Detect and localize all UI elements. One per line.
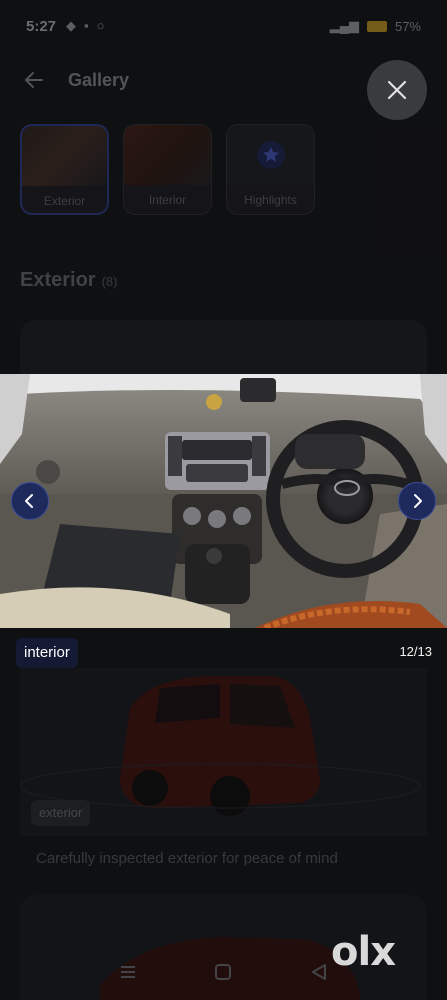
car-interior-image xyxy=(0,374,447,628)
previous-image-button[interactable] xyxy=(11,482,49,520)
close-button[interactable] xyxy=(367,60,427,120)
chevron-right-icon xyxy=(414,494,422,508)
next-image-button[interactable] xyxy=(398,482,436,520)
viewer-caption: interior 12/13 xyxy=(0,638,447,668)
image-viewer[interactable] xyxy=(0,374,447,628)
image-counter: 12/13 xyxy=(399,644,432,659)
image-category-badge: interior xyxy=(16,638,78,668)
olx-logo: olx xyxy=(331,929,396,975)
close-icon xyxy=(387,80,407,100)
chevron-left-icon xyxy=(25,494,33,508)
